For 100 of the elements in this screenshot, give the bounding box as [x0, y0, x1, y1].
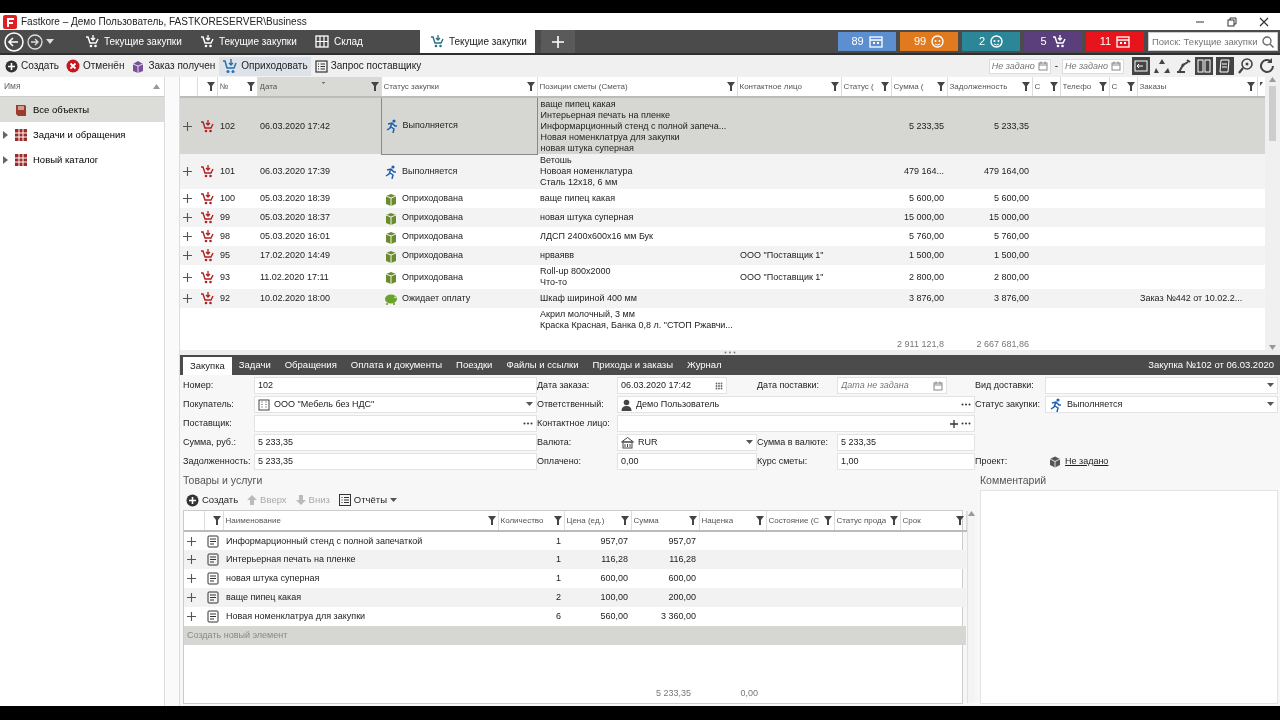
tree-item[interactable]: Задачи и обращения [0, 122, 164, 147]
scroll-thumb[interactable] [1269, 86, 1276, 141]
tree-item[interactable]: Все объекты [0, 97, 164, 122]
forward-icon[interactable] [27, 33, 43, 50]
plus-icon[interactable] [950, 419, 958, 428]
text-field[interactable]: 5 233,35 [254, 434, 537, 451]
caret-icon[interactable] [1267, 383, 1274, 388]
restore-icon[interactable] [1227, 16, 1237, 27]
binders-icon[interactable] [1195, 57, 1213, 75]
notes-icon[interactable] [1216, 57, 1234, 75]
ellipsis-icon[interactable] [961, 422, 971, 425]
new-tab-button[interactable] [541, 30, 575, 53]
expand-icon[interactable] [183, 167, 192, 176]
expand-icon[interactable] [187, 593, 196, 602]
scroll-up-icon[interactable] [153, 84, 160, 89]
expand-icon[interactable] [183, 121, 192, 131]
column-header[interactable]: Сумма [631, 511, 699, 531]
filter-icon[interactable] [246, 82, 255, 91]
counter-button[interactable]: 2 [962, 32, 1020, 51]
tab[interactable]: Оплата и документы [343, 355, 450, 375]
tab[interactable]: Закупка [183, 357, 232, 375]
filter-icon[interactable] [620, 516, 629, 525]
column-header[interactable]: Количество [498, 511, 564, 531]
table-row[interactable]: 93 11.02.2020 17:11 Оприходована Roll-up 800x2000 Что-то ООО "Поставщик 1" 2 800,00 2 800,00 [180, 265, 1265, 289]
lookup-field[interactable] [254, 415, 537, 432]
calendar-arrow-icon[interactable] [1132, 57, 1150, 75]
tab[interactable]: Приходы и заказы [585, 355, 680, 375]
grid-dots-icon[interactable] [715, 381, 723, 390]
project-link[interactable]: Не задано [1065, 456, 1109, 467]
expand-icon[interactable] [183, 194, 192, 203]
comment-field[interactable] [980, 490, 1278, 704]
dropdown-field[interactable]: Выполняется [1045, 396, 1278, 413]
tab[interactable]: Текущие закупки [190, 30, 305, 53]
tab[interactable]: Поездки [449, 355, 500, 375]
table-row[interactable]: 99 05.03.2020 18:37 Оприходована новая штука суперная 15 000,00 15 000,00 [180, 208, 1265, 227]
column-header[interactable]: Наименование [223, 511, 498, 531]
filter-icon[interactable] [526, 82, 535, 91]
received-button[interactable]: Заказ получен [128, 57, 219, 75]
expand-icon[interactable] [187, 574, 196, 583]
filter-icon[interactable] [487, 516, 496, 525]
search-field[interactable]: Поиск: Текущие закупки [1148, 32, 1278, 51]
reports-button[interactable]: Отчёты [335, 492, 400, 508]
table-row[interactable]: 98 05.03.2020 16:01 Оприходована ЛДСП 2400x600x16 мм Бук 5 760,00 5 760,00 [180, 227, 1265, 246]
filter-icon[interactable] [823, 516, 832, 525]
column-header[interactable]: Состояние (С [766, 511, 834, 531]
splitter-grip-icon[interactable] [724, 351, 736, 354]
robot-arm-icon[interactable] [1174, 57, 1192, 75]
expand-icon[interactable] [183, 251, 192, 260]
create-button[interactable]: Создать [2, 57, 62, 75]
expand-icon[interactable] [183, 272, 192, 282]
expand-icon[interactable] [183, 232, 192, 241]
caret-icon[interactable] [46, 38, 54, 45]
expand-icon[interactable] [187, 555, 196, 564]
column-header[interactable]: Статус прода [834, 511, 900, 531]
recycle-icon[interactable] [1153, 57, 1171, 75]
filter-icon[interactable] [955, 516, 964, 525]
table-row[interactable]: 95 17.02.2020 14:49 Оприходована нрваявв ООО "Поставщик 1" 1 500,00 1 500,00 [180, 246, 1265, 265]
text-field[interactable]: 102 [254, 377, 537, 394]
date-field[interactable]: Не задано [988, 58, 1051, 74]
create-button[interactable]: Создать [183, 491, 242, 509]
lookup-field[interactable]: Демо Пользователь [617, 396, 975, 413]
filter-icon[interactable] [370, 82, 379, 91]
filter-icon[interactable] [1098, 82, 1107, 91]
table-row[interactable]: 100 05.03.2020 18:39 Оприходована ваще пипец какая 5 600,00 5 600,00 [180, 189, 1265, 208]
close-icon[interactable] [1259, 16, 1269, 27]
text-field[interactable]: 5 233,35 [837, 434, 975, 451]
table-row[interactable]: Акрил молочный, 3 мм Краска Красная, Банка 0,8 л. "СТОП Ржавчи... [180, 308, 1265, 332]
filter-icon[interactable] [936, 82, 945, 91]
ellipsis-icon[interactable] [961, 403, 971, 406]
caret-icon[interactable] [526, 402, 533, 407]
text-field[interactable]: 0,00 [617, 453, 757, 470]
filter-icon[interactable] [1021, 82, 1030, 91]
column-header[interactable]: Цена (ед.) [564, 511, 631, 531]
counter-button[interactable]: 5 [1024, 32, 1082, 51]
expand-icon[interactable] [183, 294, 192, 303]
scroll-up-icon[interactable] [967, 511, 975, 516]
cancel-button[interactable]: Отменён [63, 57, 128, 75]
filter-icon[interactable] [830, 82, 839, 91]
dropdown-field[interactable]: ООО "Мебель без НДС" [254, 396, 537, 413]
expand-icon[interactable] [187, 536, 196, 546]
filter-icon[interactable] [1049, 82, 1058, 91]
tab[interactable]: Обращения [277, 355, 344, 375]
filter-icon[interactable] [688, 516, 697, 525]
dropdown-field[interactable] [1045, 377, 1278, 394]
filter-icon[interactable] [755, 516, 764, 525]
tab[interactable]: Файлы и ссылки [499, 355, 586, 375]
column-header[interactable]: Дата [257, 77, 381, 97]
post-button[interactable]: Оприходовать [219, 56, 311, 76]
column-header[interactable]: Наценка [699, 511, 766, 531]
expand-icon[interactable] [187, 612, 196, 621]
date-field[interactable]: 06.03.2020 17:42 [617, 377, 727, 394]
scrollbar[interactable] [966, 511, 975, 703]
table-row[interactable]: 92 10.02.2020 18:00 Ожидает оплату Шкаф шириной 400 мм 3 876,00 3 876,00 Заказ №442 от 10.02.2... [180, 289, 1265, 308]
request-button[interactable]: Запрос поставщику [311, 57, 425, 75]
counter-button[interactable]: 11 [1086, 32, 1144, 51]
search-icon[interactable] [1262, 35, 1274, 48]
tab[interactable]: Текущие закупки [75, 30, 190, 53]
back-icon[interactable] [4, 31, 24, 52]
filter-icon[interactable] [1126, 82, 1135, 91]
magnifier-eye-icon[interactable] [1237, 57, 1255, 75]
